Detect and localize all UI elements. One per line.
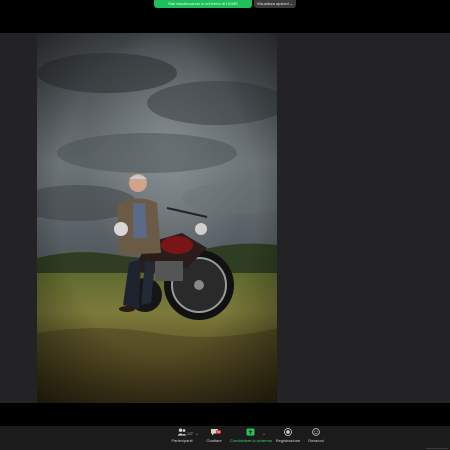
screen-share-banner[interactable]: Stai visualizzando lo schermo di HOME bbox=[154, 0, 252, 8]
view-options-label: Visualizza opzioni bbox=[256, 1, 289, 6]
share-screen-button[interactable]: Condividere lo schermo ^ bbox=[230, 428, 273, 448]
chat-button[interactable]: 99 Chattare bbox=[194, 428, 234, 448]
reactions-button[interactable]: Reazioni bbox=[296, 428, 336, 448]
letterbox-bottom bbox=[0, 403, 450, 426]
shared-screen-photo bbox=[37, 33, 277, 403]
record-icon bbox=[284, 428, 292, 436]
resize-handle[interactable] bbox=[426, 448, 448, 449]
chat-badge: 99 bbox=[216, 430, 222, 434]
share-screen-label: Condividere lo schermo bbox=[230, 438, 273, 443]
chat-label: Chattare bbox=[206, 438, 222, 443]
people-icon bbox=[177, 428, 187, 436]
smiley-icon bbox=[312, 428, 320, 436]
share-screen-icon bbox=[246, 428, 254, 436]
participants-count: 127 bbox=[187, 432, 193, 436]
share-options-chevron-icon[interactable]: ^ bbox=[263, 432, 265, 437]
chevron-down-icon: ⌄ bbox=[289, 1, 294, 6]
letterbox-top bbox=[0, 9, 450, 33]
view-options-button[interactable]: Visualizza opzioni ⌄ bbox=[254, 0, 296, 8]
reactions-label: Reazioni bbox=[308, 438, 324, 443]
meeting-toolbar: 127 ^ Partecipanti 99 Chattare Condivide… bbox=[0, 426, 450, 450]
